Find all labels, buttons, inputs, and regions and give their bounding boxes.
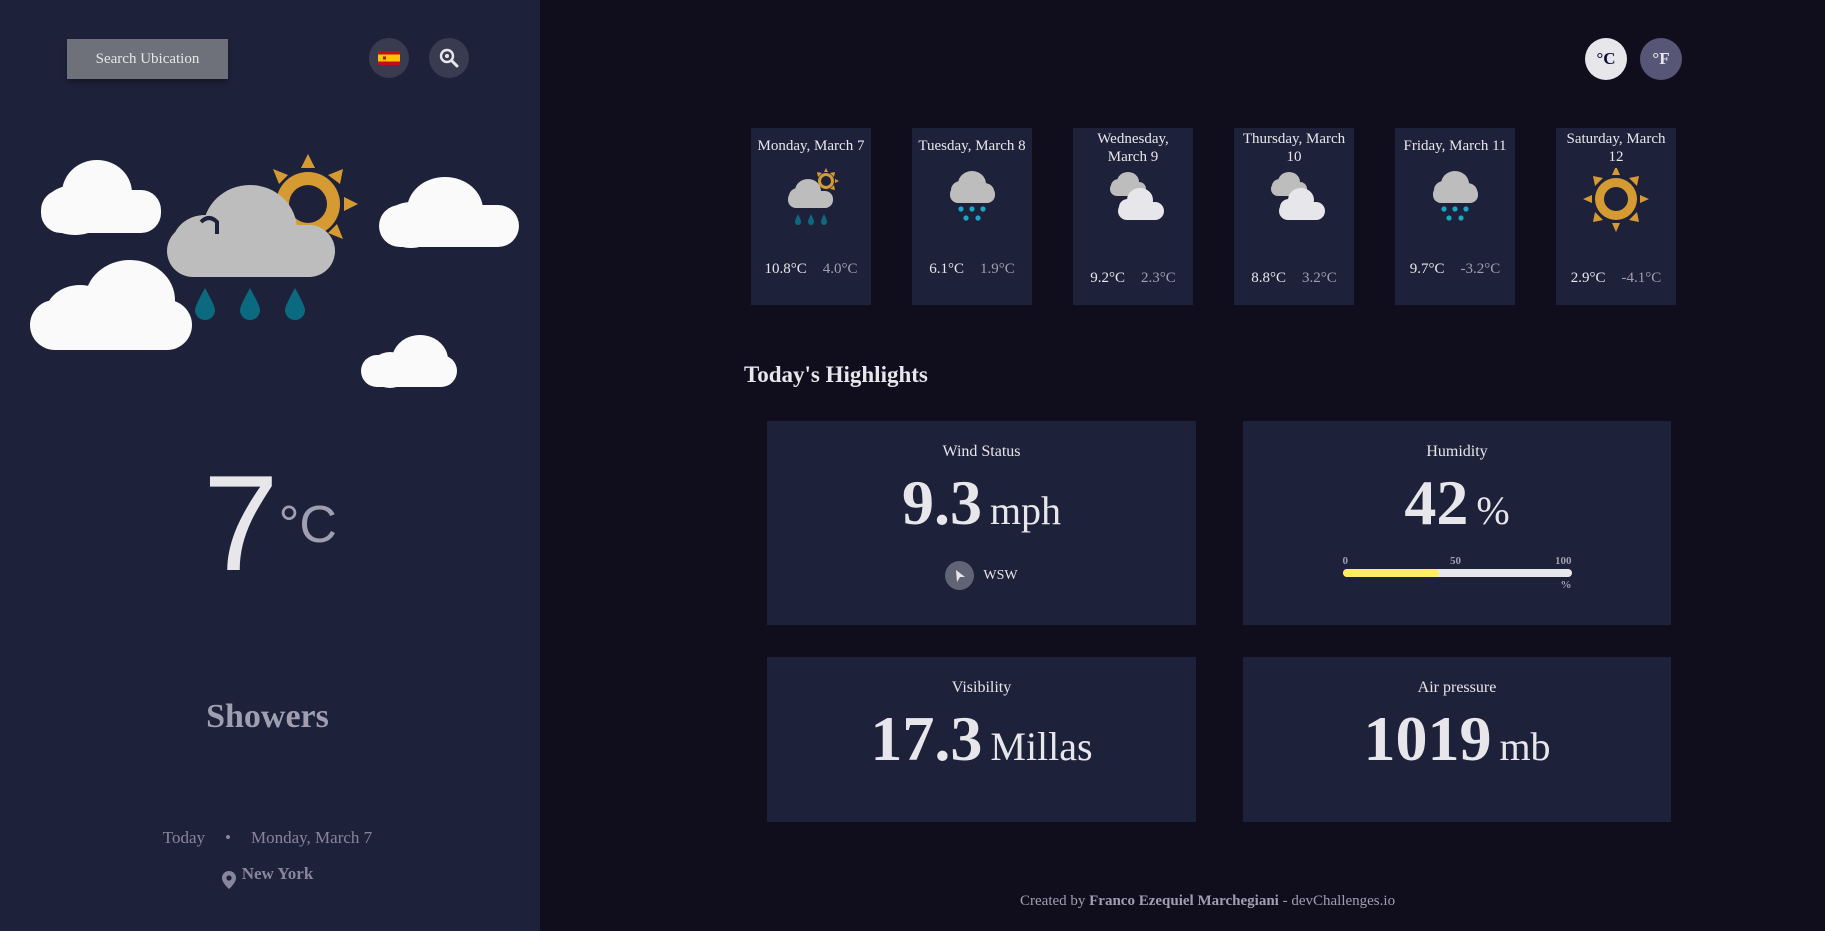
humidity-bar: 0 50 100 % xyxy=(1342,555,1572,591)
showers-icon xyxy=(788,168,839,225)
current-date: Monday, March 7 xyxy=(251,828,373,847)
visibility-label: Visibility xyxy=(951,679,1012,696)
background-cloud-icon xyxy=(41,160,161,235)
humidity-value: 42% xyxy=(1243,471,1671,535)
forecast-day: Saturday, March 12 xyxy=(1566,131,1666,165)
visibility-unit: Millas xyxy=(990,724,1093,769)
forecast-day: Friday, March 11 xyxy=(1403,138,1507,154)
scale-mid: 50 xyxy=(1450,555,1461,567)
forecast-card: Saturday, March 12 2.9°C -4.1°C xyxy=(1556,128,1676,305)
location-name: New York xyxy=(241,864,314,883)
max-temp: 8.8°C xyxy=(1251,270,1286,286)
sleet-icon xyxy=(1433,171,1478,221)
location-search-icon xyxy=(439,48,459,68)
max-temp: 6.1°C xyxy=(929,261,964,277)
wind-value: 9.3 mph xyxy=(767,471,1196,535)
highlights-title: Today's Highlights xyxy=(744,362,928,387)
min-temp: 4.0°C xyxy=(822,261,858,277)
visibility-value: 17.3 Millas xyxy=(767,707,1196,771)
separator-dot: • xyxy=(225,828,231,847)
footer-prefix: Created by xyxy=(1020,893,1086,909)
heavy-cloud-icon xyxy=(1110,172,1164,220)
max-temp: 2.9°C xyxy=(1570,270,1606,286)
min-temp: 2.3°C xyxy=(1141,270,1176,286)
wind-label: Wind Status xyxy=(942,443,1021,460)
min-temp: 3.2°C xyxy=(1302,270,1337,286)
forecast-card: Thursday, March 10 8.8°C 3.2°C xyxy=(1234,128,1354,305)
weather-illustration xyxy=(30,154,519,388)
forecast-day: Tuesday, March 8 xyxy=(918,138,1026,154)
footer-author[interactable]: Franco Ezequiel Marchegiani xyxy=(1089,893,1279,909)
location: New York xyxy=(0,864,535,889)
sleet-icon xyxy=(950,171,995,221)
humidity-scale-unit: % xyxy=(1560,579,1572,591)
humidity-bar-fill xyxy=(1342,569,1439,577)
wind-unit: mph xyxy=(989,488,1062,533)
pressure-value: 1019 mb xyxy=(1243,707,1671,771)
footer-suffix[interactable]: - devChallenges.io xyxy=(1283,893,1395,909)
forecast-card: Friday, March 11 9.7°C -3.2°C xyxy=(1395,128,1515,305)
forecast-temps: 9.2°C 2.3°C xyxy=(1073,270,1193,287)
forecast-temps: 6.1°C 1.9°C xyxy=(912,261,1032,278)
forecast-day: Wednesday, March 9 xyxy=(1097,131,1169,165)
min-temp: -4.1°C xyxy=(1621,270,1662,286)
fahrenheit-button[interactable]: °F xyxy=(1640,38,1682,80)
location-pin-icon xyxy=(221,871,236,889)
current-temp-unit: °C xyxy=(278,496,337,554)
air-pressure-card: Air pressure 1019 mb xyxy=(1243,657,1671,822)
humidity-card: Humidity 42% 0 50 100 % xyxy=(1243,421,1671,625)
wind-direction-label: WSW xyxy=(983,567,1018,583)
sidebar: Search Ubication 7°C Showers Today • Mon… xyxy=(0,0,540,931)
current-temperature: 7°C xyxy=(0,455,540,591)
forecast-temps: 10.8°C 4.0°C xyxy=(751,261,871,278)
language-button[interactable] xyxy=(369,38,409,78)
max-temp: 9.2°C xyxy=(1090,270,1125,286)
wind-status-card: Wind Status 9.3 mph WSW xyxy=(767,421,1196,625)
humidity-unit: % xyxy=(1476,488,1510,533)
humidity-number: 42 xyxy=(1404,467,1469,538)
forecast-card: Tuesday, March 8 6.1°C 1.9°C xyxy=(912,128,1032,305)
clear-icon xyxy=(1583,168,1649,232)
forecast-day: Thursday, March 10 xyxy=(1242,131,1346,165)
footer: Created by Franco Ezequiel Marchegiani -… xyxy=(1020,893,1395,910)
today-label: Today xyxy=(162,828,206,847)
humidity-bar-track xyxy=(1342,569,1572,577)
forecast-card: Wednesday, March 9 9.2°C 2.3°C xyxy=(1073,128,1193,305)
forecast-temps: 9.7°C -3.2°C xyxy=(1395,261,1515,278)
pressure-label: Air pressure xyxy=(1417,679,1497,696)
visibility-card: Visibility 17.3 Millas xyxy=(767,657,1196,822)
max-temp: 10.8°C xyxy=(764,261,807,277)
forecast-day: Monday, March 7 xyxy=(757,138,865,154)
celsius-button[interactable]: °C xyxy=(1585,38,1627,80)
forecast-card: Monday, March 7 10.8°C 4.0°C xyxy=(751,128,871,305)
min-temp: 1.9°C xyxy=(980,261,1015,277)
pressure-unit: mb xyxy=(1499,724,1551,769)
spain-flag-icon xyxy=(378,51,400,65)
heavy-cloud-icon xyxy=(1271,172,1325,220)
scale-min: 0 xyxy=(1342,555,1349,567)
visibility-number: 17.3 xyxy=(870,703,983,774)
forecast-temps: 8.8°C 3.2°C xyxy=(1234,270,1354,287)
wind-direction: WSW xyxy=(767,561,1196,590)
current-location-button[interactable] xyxy=(429,38,469,78)
forecast-list: Monday, March 7 10.8°C 4.0°C Tuesday, Mar… xyxy=(751,128,1676,305)
date-line: Today • Monday, March 7 xyxy=(0,828,535,848)
search-location-button[interactable]: Search Ubication xyxy=(67,39,228,79)
max-temp: 9.7°C xyxy=(1409,261,1445,277)
current-temp-value: 7 xyxy=(203,447,279,599)
humidity-label: Humidity xyxy=(1426,443,1488,460)
pressure-number: 1019 xyxy=(1363,703,1492,774)
wind-number: 9.3 xyxy=(901,467,982,538)
navigation-arrow-icon xyxy=(945,561,975,590)
scale-max: 100 xyxy=(1555,555,1572,567)
min-temp: -3.2°C xyxy=(1460,261,1501,277)
forecast-temps: 2.9°C -4.1°C xyxy=(1556,270,1676,287)
humidity-scale: 0 50 100 xyxy=(1343,555,1572,567)
weather-condition: Showers xyxy=(206,698,329,735)
